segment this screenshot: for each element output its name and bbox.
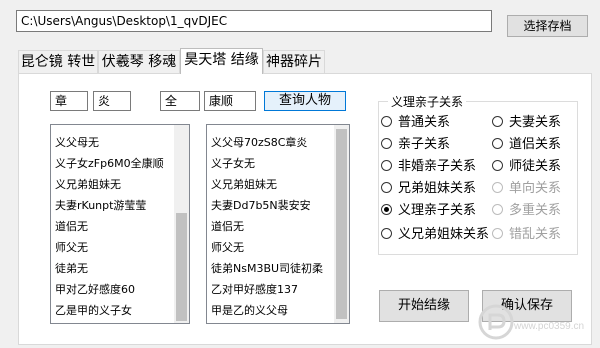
list-item[interactable]: 义兄弟姐妹无 [211, 175, 277, 195]
radio-label: 兄弟姐妹关系 [398, 181, 477, 196]
radio-label: 义理亲子关系 [398, 203, 477, 218]
left-relations-list[interactable]: 义父母无 义子女zFp6M0全康顺 义兄弟姐妹无 夫妻rKunpt游莹莹 道侣无… [50, 124, 190, 324]
radio-label: 非婚亲子关系 [398, 159, 477, 174]
radio-sworn-siblings[interactable]: 义兄弟姐妹关系 [381, 227, 489, 243]
radio-siblings[interactable]: 兄弟姐妹关系 [381, 181, 476, 197]
list-item[interactable]: 义父母无 [55, 133, 99, 153]
radio-label: 普通关系 [398, 115, 451, 130]
start-bond-button[interactable]: 开始结缘 [379, 290, 469, 322]
radio-circle [492, 116, 503, 127]
left-surname-input[interactable]: 章 [50, 91, 88, 111]
tab-artifact-shards[interactable]: 神器碎片 [263, 50, 325, 74]
tab-fuxi-harp[interactable]: 伏羲琴 移魂 [98, 50, 180, 74]
list-item[interactable]: 师父无 [211, 238, 244, 258]
radio-label: 错乱关系 [509, 227, 562, 242]
tab-kunlun-mirror[interactable]: 昆仑镜 转世 [18, 50, 98, 74]
radio-circle [492, 182, 503, 193]
radio-label: 夫妻关系 [509, 115, 562, 130]
radio-circle [381, 228, 392, 239]
relationship-group-title: 义理亲子关系 [388, 93, 467, 110]
right-relations-list[interactable]: 义父母70zS8C章炎 义子女无 义兄弟姐妹无 夫妻Dd7b5N裴安安 道侣无 … [206, 124, 350, 324]
radio-label: 亲子关系 [398, 137, 451, 152]
right-list-scrollbar[interactable] [334, 125, 349, 323]
radio-label: 师徒关系 [509, 159, 562, 174]
radio-chaotic[interactable]: 错乱关系 [492, 227, 561, 243]
radio-circle [492, 228, 503, 239]
radio-label: 义兄弟姐妹关系 [398, 227, 490, 242]
radio-circle [381, 160, 392, 171]
radio-circle [492, 138, 503, 149]
radio-circle [492, 160, 503, 171]
list-item[interactable]: 夫妻Dd7b5N裴安安 [211, 196, 311, 216]
list-item[interactable]: 徒弟无 [55, 259, 88, 279]
list-item[interactable]: 徒弟NsM3BU司徒初柔 [211, 259, 323, 279]
right-list-scroll-thumb[interactable] [336, 129, 347, 319]
radio-label: 多重关系 [509, 203, 562, 218]
radio-parent-child[interactable]: 亲子关系 [381, 137, 450, 153]
right-given-name-input[interactable]: 康顺 [204, 91, 256, 111]
choose-save-button[interactable]: 选择存档 [507, 15, 588, 37]
list-item[interactable]: 义父母70zS8C章炎 [211, 133, 307, 153]
list-item[interactable]: 夫妻rKunpt游莹莹 [55, 196, 146, 216]
list-item[interactable]: 义兄弟姐妹无 [55, 175, 121, 195]
radio-circle [381, 204, 392, 215]
list-item[interactable]: 乙对甲好感度137 [211, 280, 298, 300]
list-item[interactable]: 义子女zFp6M0全康顺 [55, 154, 164, 174]
watermark-text: www.pc0359.cn [514, 321, 585, 332]
list-item[interactable]: 义子女无 [211, 154, 255, 174]
list-item[interactable]: 师父无 [55, 238, 88, 258]
watermark-logo-icon [478, 304, 514, 340]
right-surname-input[interactable]: 全 [160, 91, 200, 111]
radio-multiple[interactable]: 多重关系 [492, 203, 561, 219]
radio-one-way[interactable]: 单向关系 [492, 181, 561, 197]
left-list-scrollbar[interactable] [174, 125, 189, 323]
radio-label: 单向关系 [509, 181, 562, 196]
list-item[interactable]: 甲是乙的义父母 [211, 301, 288, 321]
radio-master-disciple[interactable]: 师徒关系 [492, 159, 561, 175]
list-item[interactable]: 乙是甲的义子女 [55, 301, 132, 321]
radio-circle [381, 182, 392, 193]
radio-circle [492, 204, 503, 215]
radio-circle [381, 138, 392, 149]
radio-ordinary[interactable]: 普通关系 [381, 115, 450, 131]
radio-circle [381, 116, 392, 127]
list-item[interactable]: 道侣无 [211, 217, 244, 237]
radio-illegitimate[interactable]: 非婚亲子关系 [381, 159, 476, 175]
left-list-scroll-thumb[interactable] [176, 213, 187, 321]
radio-spouse[interactable]: 夫妻关系 [492, 115, 561, 131]
radio-adoptive-parent-child[interactable]: 义理亲子关系 [381, 203, 476, 219]
query-person-button[interactable]: 查询人物 [264, 91, 346, 111]
tab-haotian-tower[interactable]: 昊天塔 结缘 [180, 48, 263, 74]
radio-label: 道侣关系 [509, 137, 562, 152]
list-item[interactable]: 道侣无 [55, 217, 88, 237]
save-path-field[interactable]: C:\Users\Angus\Desktop\1_qvDJEC [16, 10, 492, 32]
radio-dao-partner[interactable]: 道侣关系 [492, 137, 561, 153]
list-item[interactable]: 甲对乙好感度60 [55, 280, 135, 300]
left-given-name-input[interactable]: 炎 [93, 91, 131, 111]
